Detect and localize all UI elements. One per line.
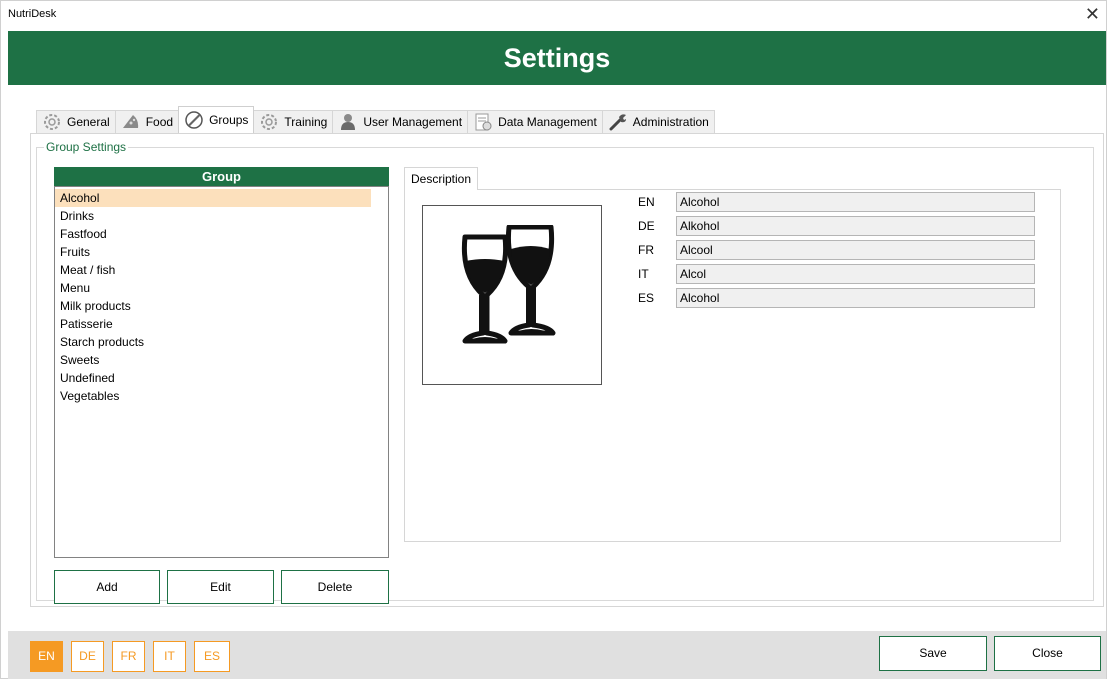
lang-code-label: DE (638, 219, 655, 233)
window-title: NutriDesk (8, 8, 57, 20)
lang-code-label: FR (638, 243, 654, 257)
tab-label: User Management (363, 115, 463, 129)
tab-label: Food (145, 115, 174, 129)
list-item[interactable]: Alcohol (55, 189, 371, 207)
list-item[interactable]: Milk products (55, 297, 371, 315)
edit-button[interactable]: Edit (167, 570, 274, 604)
wrench-icon (607, 112, 629, 132)
window-close-icon[interactable]: ✕ (1085, 4, 1100, 24)
settings-tabs: General Food Groups Training User Manage… (36, 106, 715, 133)
tab-label: Groups (209, 113, 249, 127)
group-list[interactable]: Alcohol Drinks Fastfood Fruits Meat / fi… (54, 186, 389, 558)
tab-groups[interactable]: Groups (178, 106, 255, 133)
groups-icon (183, 110, 205, 130)
lang-code-label: IT (638, 267, 649, 281)
group-image[interactable] (422, 205, 602, 385)
tab-data-management[interactable]: Data Management (467, 110, 603, 133)
language-button-es[interactable]: ES (194, 641, 230, 672)
data-icon (472, 112, 494, 132)
tab-label: Administration (632, 115, 709, 129)
list-item[interactable]: Fruits (55, 243, 371, 261)
tab-training[interactable]: Training (253, 110, 334, 133)
group-list-header: Group (54, 167, 389, 186)
tab-user-management[interactable]: User Management (332, 110, 469, 133)
groups-tab-panel: Group Settings Group Alcohol Drinks Fast… (30, 133, 1104, 607)
description-it-field[interactable] (676, 264, 1035, 284)
desc-row-it: IT (638, 264, 1035, 284)
desc-row-es: ES (638, 288, 1035, 308)
language-button-fr[interactable]: FR (112, 641, 145, 672)
list-item[interactable]: Menu (55, 279, 371, 297)
add-button[interactable]: Add (54, 570, 160, 604)
description-panel: EN DE FR IT (404, 189, 1061, 542)
description-de-field[interactable] (676, 216, 1035, 236)
list-item[interactable]: Fastfood (55, 225, 371, 243)
list-item[interactable]: Sweets (55, 351, 371, 369)
list-item[interactable]: Starch products (55, 333, 371, 351)
list-item[interactable]: Vegetables (55, 387, 371, 405)
tab-label: Training (284, 115, 328, 129)
food-icon (120, 112, 142, 132)
group-settings-title: Group Settings (44, 140, 129, 154)
wine-glasses-icon (461, 225, 556, 344)
user-icon (337, 112, 359, 132)
tab-label: General (67, 115, 110, 129)
tab-food[interactable]: Food (114, 110, 180, 133)
close-button[interactable]: Close (994, 636, 1101, 671)
training-icon (258, 112, 280, 132)
tab-administration[interactable]: Administration (601, 110, 715, 133)
description-es-field[interactable] (676, 288, 1035, 308)
list-item[interactable]: Undefined (55, 369, 371, 387)
desc-row-en: EN (638, 192, 1035, 212)
list-item[interactable]: Patisserie (55, 315, 371, 333)
delete-button[interactable]: Delete (281, 570, 389, 604)
settings-window: NutriDesk ✕ Settings General Food Groups… (0, 0, 1107, 679)
list-item[interactable]: Meat / fish (55, 261, 371, 279)
settings-header: Settings (8, 31, 1106, 85)
language-button-en[interactable]: EN (30, 641, 63, 672)
group-settings-box: Group Settings Group Alcohol Drinks Fast… (36, 140, 1094, 604)
lang-code-label: EN (638, 195, 655, 209)
tab-description[interactable]: Description (404, 167, 479, 190)
footer-bar: EN DE FR IT ES Save Close (8, 631, 1106, 679)
gear-icon (41, 112, 63, 132)
lang-code-label: ES (638, 291, 655, 305)
description-en-field[interactable] (676, 192, 1035, 212)
page-title: Settings (503, 43, 611, 73)
desc-row-fr: FR (638, 240, 1035, 260)
language-button-it[interactable]: IT (153, 641, 186, 672)
main-content: General Food Groups Training User Manage… (8, 85, 1106, 631)
title-bar: NutriDesk ✕ (1, 1, 1106, 30)
language-button-de[interactable]: DE (71, 641, 104, 672)
save-button[interactable]: Save (879, 636, 987, 671)
tab-label: Data Management (498, 115, 597, 129)
list-item[interactable]: Drinks (55, 207, 371, 225)
tab-general[interactable]: General (36, 110, 116, 133)
description-fr-field[interactable] (676, 240, 1035, 260)
desc-row-de: DE (638, 216, 1035, 236)
